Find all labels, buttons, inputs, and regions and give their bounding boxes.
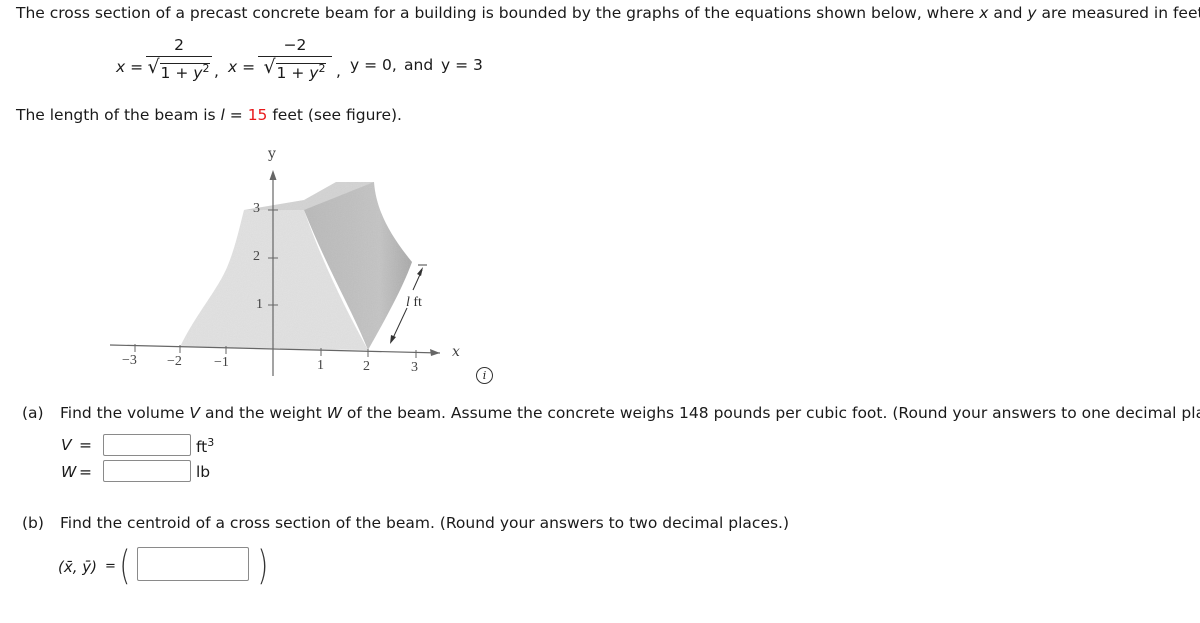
eq3: y = 0,	[350, 56, 397, 74]
eq1-denominator: √ 1 + y2	[147, 56, 211, 83]
part-b-label: (b)	[22, 514, 44, 532]
weight-input[interactable]	[103, 460, 191, 482]
y-axis-label: y	[268, 146, 276, 162]
eq4: y = 3	[441, 56, 483, 74]
eq2-lhs: x =	[228, 58, 256, 76]
comma: ,	[214, 62, 219, 80]
x-tick-label: 2	[363, 359, 370, 374]
eq2-fraction: −2 √ 1 + y2	[258, 34, 332, 84]
y-tick-label: 3	[253, 201, 260, 216]
y-tick-label: 1	[256, 297, 263, 312]
beam-figure: y x 3 2 1 −3 −2 −1 1 2 3 l ft	[100, 140, 500, 390]
and-text: and	[404, 56, 434, 74]
x-tick-label: 1	[317, 358, 324, 373]
x-tick-label: 3	[411, 360, 418, 375]
x-tick-label: −1	[214, 355, 229, 370]
info-icon[interactable]: i	[476, 367, 493, 384]
part-a-label: (a)	[22, 404, 44, 422]
volume-input[interactable]	[103, 434, 191, 456]
intro-text: The cross section of a precast concrete …	[16, 4, 980, 22]
weight-unit: lb	[196, 463, 211, 481]
y-axis-arrow	[269, 170, 277, 180]
equals-sign: =	[79, 463, 92, 481]
part-b-prompt: (b) Find the centroid of a cross section …	[22, 514, 790, 532]
beam-illustration	[109, 170, 441, 376]
volume-unit: ft3	[196, 436, 215, 457]
weight-label: W	[61, 463, 77, 481]
eq1-lhs: x =	[116, 58, 144, 76]
length-label: l ft	[406, 295, 422, 310]
x-tick-label: −2	[167, 354, 182, 369]
close-paren: )	[257, 543, 269, 589]
x-axis-label: x	[452, 344, 460, 360]
y-tick-label: 2	[253, 249, 260, 264]
eq2-denominator: √ 1 + y2	[263, 56, 327, 83]
x-tick-label: −3	[122, 353, 137, 368]
equals-sign: =	[105, 559, 116, 574]
length-arrowhead-bottom	[390, 335, 396, 344]
comma: ,	[336, 62, 341, 80]
eq1-fraction: 2 √ 1 + y2	[146, 34, 212, 84]
intro-text: and	[988, 4, 1028, 22]
open-paren: (	[119, 543, 131, 589]
sqrt-symbol: √	[147, 56, 160, 78]
eq2-numerator: −2	[283, 36, 307, 54]
centroid-label: (x̄, ȳ)	[58, 558, 97, 576]
x-axis-arrow	[430, 349, 440, 356]
volume-label: V	[61, 436, 72, 454]
length-arrow-lower	[392, 307, 408, 339]
beam-length-value: 15	[247, 106, 268, 124]
eq1-numerator: 2	[174, 36, 184, 54]
equations: x = 2 √ 1 + y2 , x = −2 √ 1 + y2 , y = 0, …	[0, 34, 600, 94]
length-arrowhead-top	[417, 267, 423, 276]
equals-sign: =	[79, 436, 92, 454]
part-a-prompt: (a) Find the volume V and the weight W of…	[22, 404, 1200, 422]
centroid-input[interactable]	[137, 547, 249, 581]
problem-intro: The cross section of a precast concrete …	[16, 4, 1200, 22]
beam-length-text: The length of the beam is l = 15 feet (s…	[16, 106, 402, 124]
sqrt-symbol: √	[263, 56, 276, 78]
intro-text: are measured in feet.	[1036, 4, 1200, 22]
var-y: y	[1027, 4, 1037, 22]
